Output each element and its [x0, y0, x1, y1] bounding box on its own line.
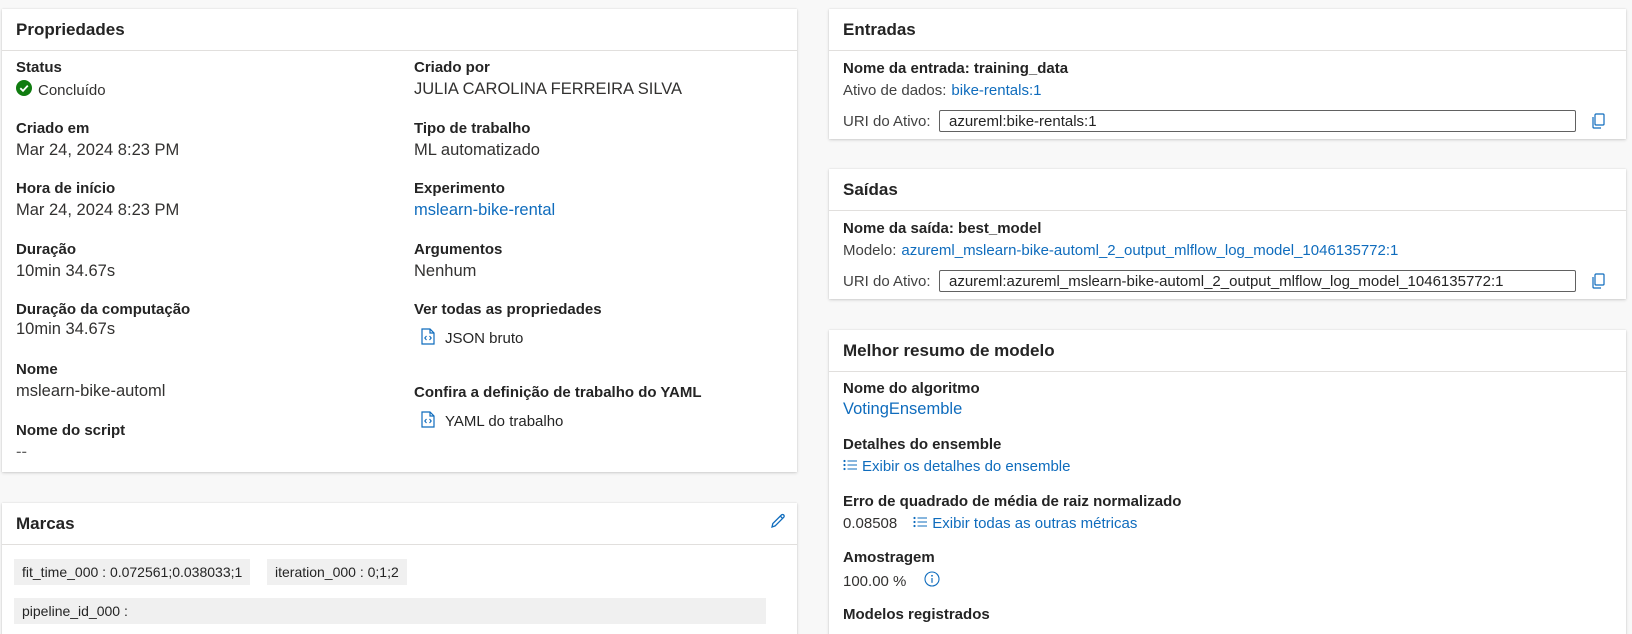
success-check-icon	[16, 80, 32, 100]
input-name-label: Nome da entrada: training_data	[843, 60, 1069, 77]
sampling-label: Amostragem	[843, 549, 935, 566]
status-label: Status	[16, 59, 62, 76]
script-name-value: --	[16, 443, 27, 461]
best-model-title: Melhor resumo de modelo	[843, 340, 1055, 360]
created-on-label: Criado em	[16, 120, 90, 137]
best-model-header: Melhor resumo de modelo	[829, 330, 1626, 372]
duration-value: 10min 34.67s	[16, 262, 116, 280]
arguments-value: Nenhum	[414, 262, 477, 280]
tag-fit-time: fit_time_000 : 0.072561;0.038033;1	[14, 559, 251, 585]
experiment-link[interactable]: mslearn-bike-rental	[414, 201, 555, 220]
output-uri-field[interactable]	[939, 270, 1576, 292]
tag-pipeline-id: pipeline_id_000 :	[14, 598, 766, 624]
sampling-row: 100.00 %	[843, 571, 940, 591]
properties-card: Propriedades Status Concluído Criado em …	[2, 9, 797, 472]
ensemble-details-text: Exibir os detalhes do ensemble	[862, 458, 1071, 475]
outputs-title: Saídas	[843, 179, 898, 199]
created-on-value: Mar 24, 2024 8:23 PM	[16, 141, 180, 159]
nrmse-value: 0.08508	[843, 515, 898, 532]
properties-header: Propriedades	[2, 9, 797, 51]
code-file-icon	[421, 328, 435, 349]
arguments-label: Argumentos	[414, 241, 503, 258]
tag-iteration: iteration_000 : 0;1;2	[267, 559, 407, 585]
output-uri-label: URI do Ativo:	[843, 272, 931, 290]
experiment-label: Experimento	[414, 180, 505, 197]
algorithm-name-link[interactable]: VotingEnsemble	[843, 400, 980, 419]
yaml-job-link[interactable]: YAML do trabalho	[421, 411, 702, 432]
output-name-label: Nome da saída: best_model	[843, 220, 1042, 237]
created-by-label: Criado por	[414, 59, 490, 76]
model-link[interactable]: azureml_mslearn-bike-automl_2_output_mlf…	[901, 242, 1398, 259]
input-uri-row: URI do Ativo:	[843, 110, 1612, 132]
start-time-value: Mar 24, 2024 8:23 PM	[16, 201, 180, 219]
inputs-card: Entradas Nome da entrada: training_data …	[829, 9, 1626, 139]
data-asset-link[interactable]: bike-rentals:1	[951, 82, 1041, 99]
script-name-label: Nome do script	[16, 422, 126, 439]
model-row: Modelo: azureml_mslearn-bike-automl_2_ou…	[843, 242, 1398, 259]
registered-models-label: Modelos registrados	[843, 606, 990, 623]
copy-icon[interactable]	[1584, 270, 1612, 292]
job-type-label: Tipo de trabalho	[414, 120, 531, 137]
data-asset-label: Ativo de dados:	[843, 82, 947, 99]
status-value: Concluído	[38, 81, 106, 99]
ensemble-details-label: Detalhes do ensemble	[843, 436, 1002, 453]
nrmse-label: Erro de quadrado de média de raiz normal…	[843, 493, 1182, 510]
created-by-value: JULIA CAROLINA FERREIRA SILVA	[414, 80, 683, 98]
properties-title: Propriedades	[16, 19, 125, 39]
outputs-header: Saídas	[829, 169, 1626, 211]
ensemble-details-link[interactable]: Exibir os detalhes do ensemble	[843, 458, 1070, 475]
raw-json-label: JSON bruto	[445, 330, 524, 347]
inputs-header: Entradas	[829, 9, 1626, 51]
edit-pencil-icon[interactable]	[769, 512, 787, 535]
inputs-title: Entradas	[843, 19, 916, 39]
all-metrics-text: Exibir todas as outras métricas	[932, 515, 1138, 532]
input-uri-label: URI do Ativo:	[843, 112, 931, 130]
status-value-row: Concluído	[16, 80, 106, 100]
yaml-definition-label: Confira a definição de trabalho do YAML	[414, 384, 702, 401]
job-type-value: ML automatizado	[414, 141, 540, 159]
raw-json-link[interactable]: JSON bruto	[421, 328, 602, 349]
view-all-properties-label: Ver todas as propriedades	[414, 301, 602, 318]
compute-duration-value: 10min 34.67s	[16, 320, 116, 338]
all-metrics-link[interactable]: Exibir todas as outras métricas	[913, 515, 1137, 532]
tags-card: Marcas fit_time_000 : 0.072561;0.038033;…	[2, 503, 797, 634]
list-icon	[843, 458, 858, 475]
info-icon[interactable]	[924, 571, 940, 591]
outputs-card: Saídas Nome da saída: best_model Modelo:…	[829, 169, 1626, 299]
model-label: Modelo:	[843, 242, 897, 259]
output-uri-row: URI do Ativo:	[843, 270, 1612, 292]
tags-header: Marcas	[2, 503, 797, 545]
start-time-label: Hora de início	[16, 180, 116, 197]
best-model-card: Melhor resumo de modelo Nome do algoritm…	[829, 330, 1626, 634]
sampling-value: 100.00 %	[843, 572, 907, 590]
data-asset-row: Ativo de dados: bike-rentals:1	[843, 82, 1041, 99]
name-label: Nome	[16, 361, 58, 378]
nrmse-row: 0.08508 Exibir todas as outras métricas	[843, 515, 1181, 532]
duration-label: Duração	[16, 241, 77, 258]
yaml-job-label: YAML do trabalho	[445, 413, 564, 430]
input-uri-field[interactable]	[939, 110, 1576, 132]
name-value: mslearn-bike-automl	[16, 382, 166, 400]
tags-title: Marcas	[16, 513, 75, 533]
copy-icon[interactable]	[1584, 110, 1612, 132]
algorithm-name-label: Nome do algoritmo	[843, 380, 980, 397]
code-file-icon	[421, 411, 435, 432]
compute-duration-label: Duração da computação	[16, 301, 191, 318]
list-icon	[913, 515, 928, 532]
